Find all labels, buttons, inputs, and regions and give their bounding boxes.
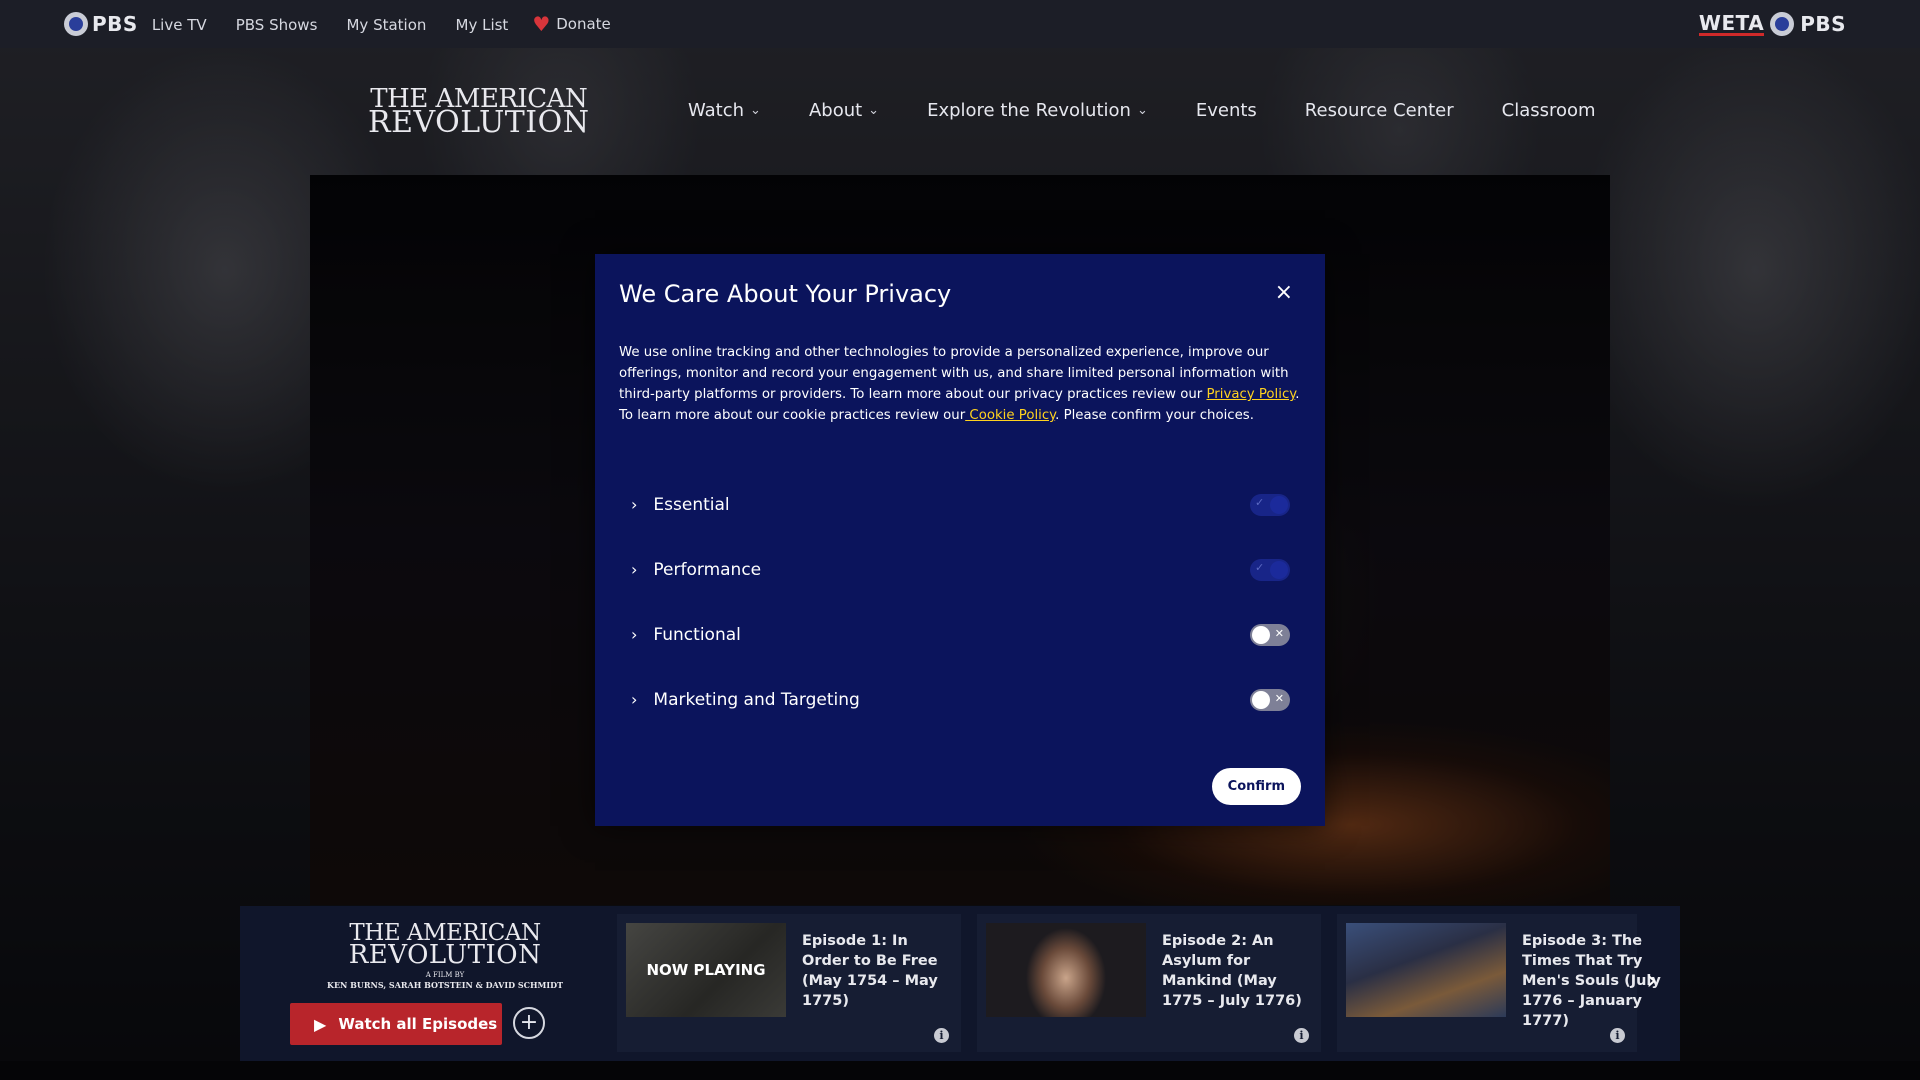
marketing-toggle[interactable]: ✕ bbox=[1250, 688, 1290, 711]
desc-text-1: We use online tracking and other technol… bbox=[619, 345, 1289, 402]
desc-text-3: . Please confirm your choices. bbox=[1055, 408, 1254, 423]
pbs-logo[interactable]: PBS bbox=[64, 12, 138, 36]
station-logo[interactable]: WETA PBS bbox=[1698, 10, 1846, 36]
nav-about-label: About bbox=[808, 100, 863, 121]
film-logo-names: KEN BURNS, SARAH BOTSTEIN & DAVID SCHMID… bbox=[327, 980, 564, 990]
info-icon[interactable]: i bbox=[1294, 1028, 1309, 1043]
privacy-policy-link[interactable]: Privacy Policy bbox=[1207, 387, 1296, 402]
nav-explore-label: Explore the Revolution bbox=[927, 100, 1131, 121]
privacy-modal: We Care About Your Privacy × We use onli… bbox=[595, 254, 1325, 826]
weta-logo-text: WETA bbox=[1698, 10, 1765, 36]
donate-link[interactable]: ♥ Donate bbox=[532, 14, 610, 34]
carousel-next-arrow[interactable]: › bbox=[1646, 966, 1657, 994]
nav-about[interactable]: About ⌄ bbox=[809, 100, 879, 121]
episode-strip-brand: THE AMERICAN REVOLUTION A FILM BY KEN BU… bbox=[240, 906, 603, 1061]
functional-toggle[interactable]: ✕ bbox=[1250, 623, 1290, 646]
nav-live-tv[interactable]: Live TV bbox=[152, 16, 207, 34]
info-icon[interactable]: i bbox=[934, 1028, 949, 1043]
nav-my-station[interactable]: My Station bbox=[346, 16, 426, 34]
pbs-top-bar: PBS Live TV PBS Shows My Station My List… bbox=[0, 0, 1920, 48]
nav-classroom-label: Classroom bbox=[1501, 100, 1596, 121]
chevron-down-icon: ⌄ bbox=[750, 103, 761, 118]
pref-label: Performance bbox=[653, 559, 762, 580]
nav-resource-center[interactable]: Resource Center bbox=[1305, 100, 1454, 121]
x-icon: ✕ bbox=[1274, 626, 1284, 640]
check-icon: ✓ bbox=[1255, 560, 1265, 574]
episode-card[interactable]: Episode 3: The Times That Try Men's Soul… bbox=[1337, 914, 1661, 1052]
performance-toggle: ✓ bbox=[1250, 558, 1290, 581]
pbs-head-icon bbox=[1770, 12, 1795, 36]
pbs-top-nav: Live TV PBS Shows My Station My List bbox=[152, 15, 533, 34]
nav-pbs-shows[interactable]: PBS Shows bbox=[236, 16, 318, 34]
chevron-right-icon[interactable]: › bbox=[631, 625, 637, 644]
film-logo-credit: A FILM BY bbox=[425, 971, 465, 979]
station-pbs-text: PBS bbox=[1800, 12, 1846, 36]
now-playing-badge: NOW PLAYING bbox=[626, 923, 786, 1017]
chevron-right-icon[interactable]: › bbox=[631, 560, 637, 579]
confirm-button[interactable]: Confirm bbox=[1211, 768, 1301, 805]
show-header: THE AMERICAN REVOLUTION Watch ⌄ About ⌄ … bbox=[0, 48, 1920, 175]
pref-performance[interactable]: › Performance ✓ bbox=[619, 537, 1301, 602]
nav-events-label: Events bbox=[1195, 100, 1257, 121]
heart-icon: ♥ bbox=[532, 12, 551, 36]
check-icon: ✓ bbox=[1255, 495, 1265, 509]
episode-card[interactable]: NOW PLAYING Episode 1: In Order to Be Fr… bbox=[617, 914, 961, 1052]
nav-resource-label: Resource Center bbox=[1304, 100, 1454, 121]
nav-explore[interactable]: Explore the Revolution ⌄ bbox=[927, 100, 1148, 121]
film-logo-line2: REVOLUTION bbox=[348, 940, 542, 970]
preference-list: › Essential ✓ › Performance ✓ › Function… bbox=[619, 472, 1301, 732]
add-to-list-button[interactable]: + bbox=[513, 1007, 545, 1039]
episode-strip: THE AMERICAN REVOLUTION A FILM BY KEN BU… bbox=[240, 906, 1680, 1061]
episode-card[interactable]: Episode 2: An Asylum for Mankind (May 17… bbox=[977, 914, 1321, 1052]
pbs-head-icon bbox=[64, 12, 88, 36]
nav-watch[interactable]: Watch ⌄ bbox=[688, 100, 761, 121]
page-footer-edge bbox=[0, 1061, 1920, 1080]
pref-label: Marketing and Targeting bbox=[653, 689, 860, 710]
chevron-down-icon: ⌄ bbox=[1136, 103, 1148, 118]
episode-thumbnail[interactable] bbox=[986, 923, 1146, 1017]
nav-my-list[interactable]: My List bbox=[456, 16, 509, 34]
pref-marketing[interactable]: › Marketing and Targeting ✕ bbox=[619, 667, 1301, 732]
play-icon: ▶ bbox=[314, 1014, 327, 1034]
pbs-logo-text: PBS bbox=[92, 12, 138, 36]
chevron-down-icon: ⌄ bbox=[868, 103, 880, 118]
pref-label: Essential bbox=[653, 494, 730, 515]
essential-toggle: ✓ bbox=[1250, 493, 1290, 516]
donate-label: Donate bbox=[556, 15, 611, 33]
modal-description: We use online tracking and other technol… bbox=[619, 342, 1301, 426]
episode-title[interactable]: Episode 2: An Asylum for Mankind (May 17… bbox=[1162, 931, 1312, 1011]
close-button[interactable]: × bbox=[1275, 282, 1293, 304]
plus-icon: + bbox=[519, 1010, 539, 1035]
pref-essential[interactable]: › Essential ✓ bbox=[619, 472, 1301, 537]
episode-thumbnail[interactable]: NOW PLAYING bbox=[626, 923, 786, 1017]
film-logo: THE AMERICAN REVOLUTION A FILM BY KEN BU… bbox=[327, 922, 564, 991]
pref-label: Functional bbox=[653, 624, 741, 645]
modal-title: We Care About Your Privacy bbox=[619, 280, 952, 308]
chevron-right-icon[interactable]: › bbox=[631, 690, 637, 709]
nav-events[interactable]: Events bbox=[1196, 100, 1257, 121]
nav-watch-label: Watch bbox=[688, 100, 745, 121]
show-logo[interactable]: THE AMERICAN REVOLUTION bbox=[368, 86, 590, 140]
chevron-right-icon: › bbox=[1646, 963, 1658, 996]
watch-all-label: Watch all Episodes bbox=[338, 1015, 498, 1033]
cookie-policy-link[interactable]: Cookie Policy bbox=[965, 408, 1055, 423]
chevron-right-icon[interactable]: › bbox=[631, 495, 637, 514]
pref-functional[interactable]: › Functional ✕ bbox=[619, 602, 1301, 667]
info-icon[interactable]: i bbox=[1610, 1028, 1625, 1043]
episode-thumbnail[interactable] bbox=[1346, 923, 1506, 1017]
nav-classroom[interactable]: Classroom bbox=[1502, 100, 1596, 121]
watch-all-episodes-button[interactable]: ▶ Watch all Episodes bbox=[290, 1003, 502, 1045]
close-icon: × bbox=[1274, 280, 1293, 305]
episode-title[interactable]: Episode 1: In Order to Be Free (May 1754… bbox=[802, 931, 952, 1011]
x-icon: ✕ bbox=[1274, 691, 1284, 705]
show-nav: Watch ⌄ About ⌄ Explore the Revolution ⌄… bbox=[688, 100, 1644, 121]
show-logo-line2: REVOLUTION bbox=[368, 105, 590, 140]
